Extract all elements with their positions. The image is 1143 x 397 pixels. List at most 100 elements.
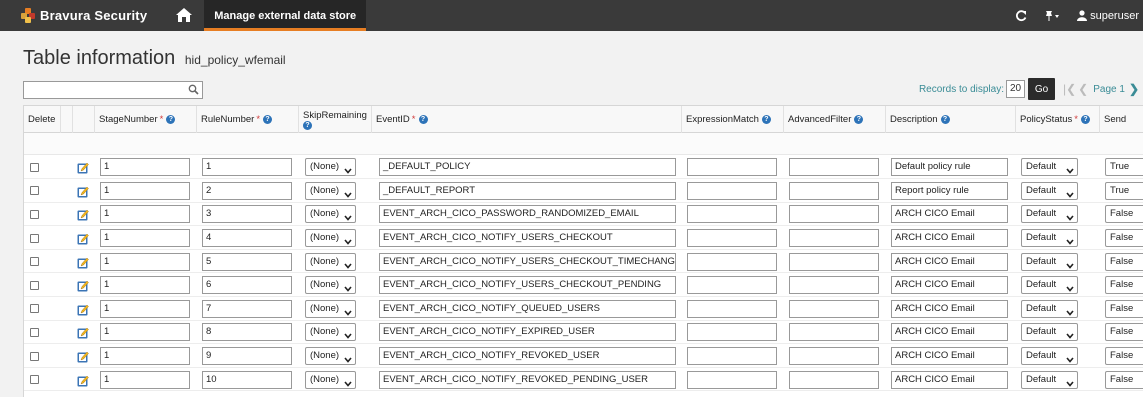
help-icon[interactable]: ? (418, 115, 428, 124)
send-select[interactable]: False (1105, 299, 1143, 318)
refresh-icon[interactable] (1015, 9, 1027, 22)
column-header-description[interactable]: Description? (886, 106, 1016, 133)
send-select[interactable]: False (1105, 205, 1143, 224)
desc-input[interactable]: ARCH CICO Email (891, 205, 1008, 224)
skipremaining-select[interactable]: (None) (305, 205, 356, 224)
stage-input[interactable]: 1 (100, 229, 190, 248)
skipremaining-select[interactable]: (None) (305, 158, 356, 177)
column-header-rulenumber[interactable]: RuleNumber *? (197, 106, 299, 133)
skipremaining-select[interactable]: (None) (305, 370, 356, 389)
expr-input[interactable] (687, 276, 777, 295)
policystatus-select[interactable]: Default (1021, 323, 1078, 342)
stage-input[interactable]: 1 (100, 158, 190, 177)
send-select[interactable]: False (1105, 276, 1143, 295)
desc-input[interactable]: ARCH CICO Email (891, 252, 1008, 271)
event-input[interactable]: EVENT_ARCH_CICO_NOTIFY_USERS_CHECKOUT (379, 229, 676, 248)
desc-input[interactable]: ARCH CICO Email (891, 299, 1008, 318)
first-page-icon[interactable]: |❮ (1063, 82, 1076, 96)
desc-input[interactable]: ARCH CICO Email (891, 370, 1008, 389)
expr-input[interactable] (687, 181, 777, 200)
stage-input[interactable]: 1 (100, 252, 190, 271)
expr-input[interactable] (687, 323, 777, 342)
help-icon[interactable]: ? (761, 115, 771, 124)
edit-icon[interactable] (77, 374, 89, 387)
edit-icon[interactable] (77, 161, 89, 174)
skipremaining-select[interactable]: (None) (305, 181, 356, 200)
help-icon[interactable]: ? (263, 115, 273, 124)
rule-input[interactable]: 4 (202, 229, 292, 248)
records-to-display-input[interactable]: 20 (1006, 80, 1025, 98)
delete-checkbox[interactable] (30, 186, 39, 196)
edit-icon[interactable] (77, 350, 89, 363)
skipremaining-select[interactable]: (None) (305, 347, 356, 366)
skipremaining-select[interactable]: (None) (305, 229, 356, 248)
brand-logo[interactable]: Bravura Security (21, 0, 147, 31)
policystatus-select[interactable]: Default (1021, 276, 1078, 295)
skipremaining-select[interactable]: (None) (305, 299, 356, 318)
adv-input[interactable] (789, 252, 879, 271)
search-icon[interactable] (188, 84, 199, 95)
policystatus-select[interactable]: Default (1021, 370, 1078, 389)
desc-input[interactable]: ARCH CICO Email (891, 347, 1008, 366)
delete-checkbox[interactable] (30, 280, 39, 290)
rule-input[interactable]: 2 (202, 181, 292, 200)
policystatus-select[interactable]: Default (1021, 158, 1078, 177)
rule-input[interactable]: 1 (202, 158, 292, 177)
send-select[interactable]: False (1105, 347, 1143, 366)
edit-icon[interactable] (77, 232, 89, 245)
delete-checkbox[interactable] (30, 304, 39, 314)
event-input[interactable]: EVENT_ARCH_CICO_NOTIFY_USERS_CHECKOUT_TI… (379, 252, 676, 271)
desc-input[interactable]: Report policy rule (891, 181, 1008, 200)
event-input[interactable]: EVENT_ARCH_CICO_NOTIFY_REVOKED_PENDING_U… (379, 370, 676, 389)
expr-input[interactable] (687, 205, 777, 224)
skipremaining-select[interactable]: (None) (305, 323, 356, 342)
search-input[interactable] (23, 81, 203, 99)
rule-input[interactable]: 3 (202, 205, 292, 224)
event-input[interactable]: EVENT_ARCH_CICO_PASSWORD_RANDOMIZED_EMAI… (379, 205, 676, 224)
edit-icon[interactable] (77, 208, 89, 221)
send-select[interactable]: False (1105, 229, 1143, 248)
column-header-eventid[interactable]: EventID *? (372, 106, 682, 133)
adv-input[interactable] (789, 181, 879, 200)
send-select[interactable]: True (1105, 181, 1143, 200)
skipremaining-select[interactable]: (None) (305, 276, 356, 295)
stage-input[interactable]: 1 (100, 323, 190, 342)
adv-input[interactable] (789, 299, 879, 318)
delete-checkbox[interactable] (30, 233, 39, 243)
expr-input[interactable] (687, 158, 777, 177)
adv-input[interactable] (789, 323, 879, 342)
stage-input[interactable]: 1 (100, 181, 190, 200)
policystatus-select[interactable]: Default (1021, 181, 1078, 200)
help-icon[interactable]: ? (166, 115, 176, 124)
stage-input[interactable]: 1 (100, 370, 190, 389)
previous-page-icon[interactable]: ❮ (1078, 82, 1088, 96)
desc-input[interactable]: ARCH CICO Email (891, 229, 1008, 248)
desc-input[interactable]: ARCH CICO Email (891, 323, 1008, 342)
column-header-skipremaining[interactable]: SkipRemaining? (299, 106, 372, 133)
help-icon[interactable]: ? (940, 115, 950, 124)
send-select[interactable]: False (1105, 370, 1143, 389)
column-header-send[interactable]: Send (1100, 106, 1143, 133)
desc-input[interactable]: Default policy rule (891, 158, 1008, 177)
adv-input[interactable] (789, 347, 879, 366)
stage-input[interactable]: 1 (100, 299, 190, 318)
event-input[interactable]: _DEFAULT_POLICY (379, 158, 676, 177)
rule-input[interactable]: 8 (202, 323, 292, 342)
policystatus-select[interactable]: Default (1021, 299, 1078, 318)
user-menu[interactable]: superuser (1077, 10, 1139, 22)
expr-input[interactable] (687, 299, 777, 318)
column-header-stagenumber[interactable]: StageNumber *? (95, 106, 197, 133)
column-header-advancedfilter[interactable]: AdvancedFilter? (784, 106, 886, 133)
delete-checkbox[interactable] (30, 327, 39, 337)
expr-input[interactable] (687, 252, 777, 271)
edit-icon[interactable] (77, 303, 89, 316)
adv-input[interactable] (789, 205, 879, 224)
rule-input[interactable]: 6 (202, 276, 292, 295)
rule-input[interactable]: 5 (202, 252, 292, 271)
adv-input[interactable] (789, 370, 879, 389)
next-page-icon[interactable]: ❯ (1129, 82, 1139, 96)
go-button[interactable]: Go (1028, 78, 1055, 100)
expr-input[interactable] (687, 370, 777, 389)
send-select[interactable]: False (1105, 252, 1143, 271)
event-input[interactable]: EVENT_ARCH_CICO_NOTIFY_USERS_CHECKOUT_PE… (379, 276, 676, 295)
